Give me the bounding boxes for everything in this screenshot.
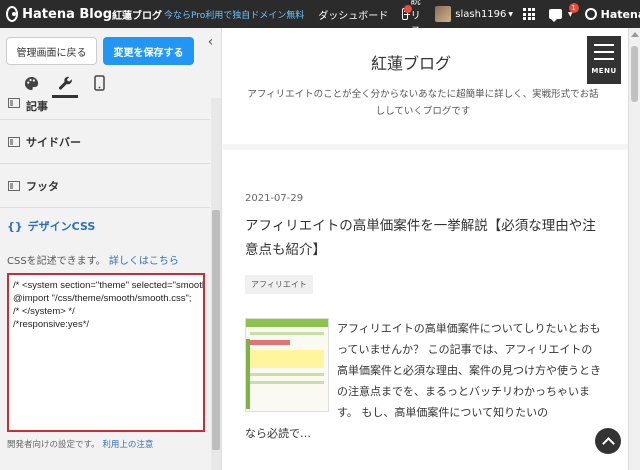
chevron-left-icon: ‹ xyxy=(207,34,214,50)
terms-link[interactable]: 利用上の注意 xyxy=(102,440,153,450)
collapse-sidebar-button[interactable]: ‹ xyxy=(200,30,221,54)
reader-icon xyxy=(402,5,412,20)
css-description: CSSを記述できます。 詳しくはこちら xyxy=(7,252,203,267)
article-thumbnail[interactable] xyxy=(245,318,329,412)
menu-item-label: サイドバー xyxy=(26,135,81,149)
save-changes-button[interactable]: 変更を保存する xyxy=(103,37,194,65)
article-excerpt-tail: なら必読で… xyxy=(245,427,311,440)
back-to-top-button[interactable] xyxy=(595,428,621,454)
menu-item-sidebar[interactable]: サイドバー xyxy=(0,120,210,164)
tab-theme[interactable] xyxy=(14,68,48,98)
developer-notice: 開発者向けの設定です。 利用上の注意 xyxy=(7,438,203,450)
menu-item-article[interactable]: 記事 xyxy=(0,98,210,120)
logo-text: Hatena Blog xyxy=(22,6,112,22)
caret-down-icon: ▼ xyxy=(508,10,514,18)
hamburger-icon xyxy=(594,44,614,46)
blog-title[interactable]: 紅蓮ブログ xyxy=(223,50,599,74)
footer-icon xyxy=(8,180,20,191)
username: slash1196 xyxy=(455,8,507,20)
blog-name-link[interactable]: 紅蓮ブログ xyxy=(112,7,162,22)
scroll-up-icon[interactable] xyxy=(631,32,639,37)
hatena-label: Hatena xyxy=(600,7,640,21)
article-title[interactable]: アフィリエイトの高単価案件を一挙解説【必須な理由や注意点も紹介】 xyxy=(245,214,605,262)
menu-item-footer[interactable]: フッタ xyxy=(0,164,210,208)
design-css-header[interactable]: {} デザインCSS xyxy=(7,218,203,234)
wrench-icon xyxy=(58,76,72,90)
tab-smartphone[interactable] xyxy=(82,68,116,98)
back-to-admin-button[interactable]: 管理画面に戻る xyxy=(6,37,97,65)
code-braces-icon: {} xyxy=(7,219,23,233)
menu-item-label: フッタ xyxy=(26,179,59,193)
tab-customize[interactable] xyxy=(48,68,82,98)
palette-icon xyxy=(24,76,38,90)
design-tabs xyxy=(0,68,222,98)
sidebar-scrollbar[interactable] xyxy=(211,98,221,470)
user-menu[interactable]: slash1196 ▼ xyxy=(435,6,513,22)
article-date: 2021-07-29 xyxy=(245,193,304,204)
design-sidebar: 管理画面に戻る 変更を保存する ‹ 記事 サイドバー フッタ {} デザインCS… xyxy=(0,28,222,470)
dashboard-link[interactable]: ダッシュボード xyxy=(318,7,388,22)
avatar xyxy=(435,6,452,22)
top-navigation-bar: Hatena Blog 紅蓮ブログ 今ならPro利用で独自ドメイン無料 ダッシュ… xyxy=(0,0,640,52)
css-editor-textarea[interactable]: /* <system section="theme" selected="smo… xyxy=(7,273,205,432)
notice-text: 開発者向けの設定です。 xyxy=(7,440,100,450)
smartphone-icon xyxy=(93,75,105,91)
hatena-logo-icon xyxy=(6,6,19,22)
hatena-icon xyxy=(584,8,597,20)
category-tag[interactable]: アフィリエイト xyxy=(245,275,313,294)
article-excerpt-row: アフィリエイトの高単価案件についてしりたいとおもっていませんか？ この記事では、… xyxy=(245,318,604,444)
preview-scrollbar[interactable] xyxy=(628,28,640,470)
hatena-blog-logo[interactable]: Hatena Blog xyxy=(0,6,112,22)
scrollbar-thumb[interactable] xyxy=(212,210,220,450)
design-css-title: デザインCSS xyxy=(27,220,96,233)
apps-grid-icon[interactable] xyxy=(523,8,536,20)
css-help-link[interactable]: 詳しくはこちら xyxy=(109,256,179,267)
notifications-button[interactable]: 1 ▼ xyxy=(549,3,579,22)
hatena-link[interactable]: Hatena xyxy=(584,7,640,21)
notification-icon xyxy=(549,9,563,22)
menu-button[interactable]: MENU xyxy=(587,36,621,84)
article-card: 2021-07-29 アフィリエイトの高単価案件を一挙解説【必須な理由や注意点も… xyxy=(223,150,628,470)
sidebar-icon xyxy=(8,136,20,147)
menu-label: MENU xyxy=(591,67,617,75)
notification-count: 1 xyxy=(568,3,579,13)
menu-item-label: 記事 xyxy=(26,100,48,113)
pro-promo-link[interactable]: 今ならPro利用で独自ドメイン無料 xyxy=(164,8,304,21)
design-css-section: {} デザインCSS CSSを記述できます。 詳しくはこちら /* <syste… xyxy=(0,208,210,450)
article-excerpt: アフィリエイトの高単価案件についてしりたいとおもっていませんか？ この記事では、… xyxy=(337,322,601,419)
blog-description: アフィリエイトのことが全く分からないあなたに超簡単に詳しく、実戦形式でお話しして… xyxy=(247,89,599,117)
article-icon xyxy=(8,98,20,108)
scrollbar-thumb[interactable] xyxy=(631,46,638,102)
customize-list: 記事 サイドバー フッタ {} デザインCSS CSSを記述できます。 詳しくは… xyxy=(0,98,210,470)
blog-header: 紅蓮ブログ アフィリエイトのことが全く分からないあなたに超簡単に詳しく、実戦形式… xyxy=(223,28,628,144)
css-desc-text: CSSを記述できます。 xyxy=(7,256,106,267)
blog-preview: 紅蓮ブログ アフィリエイトのことが全く分からないあなたに超簡単に詳しく、実戦形式… xyxy=(223,28,628,470)
